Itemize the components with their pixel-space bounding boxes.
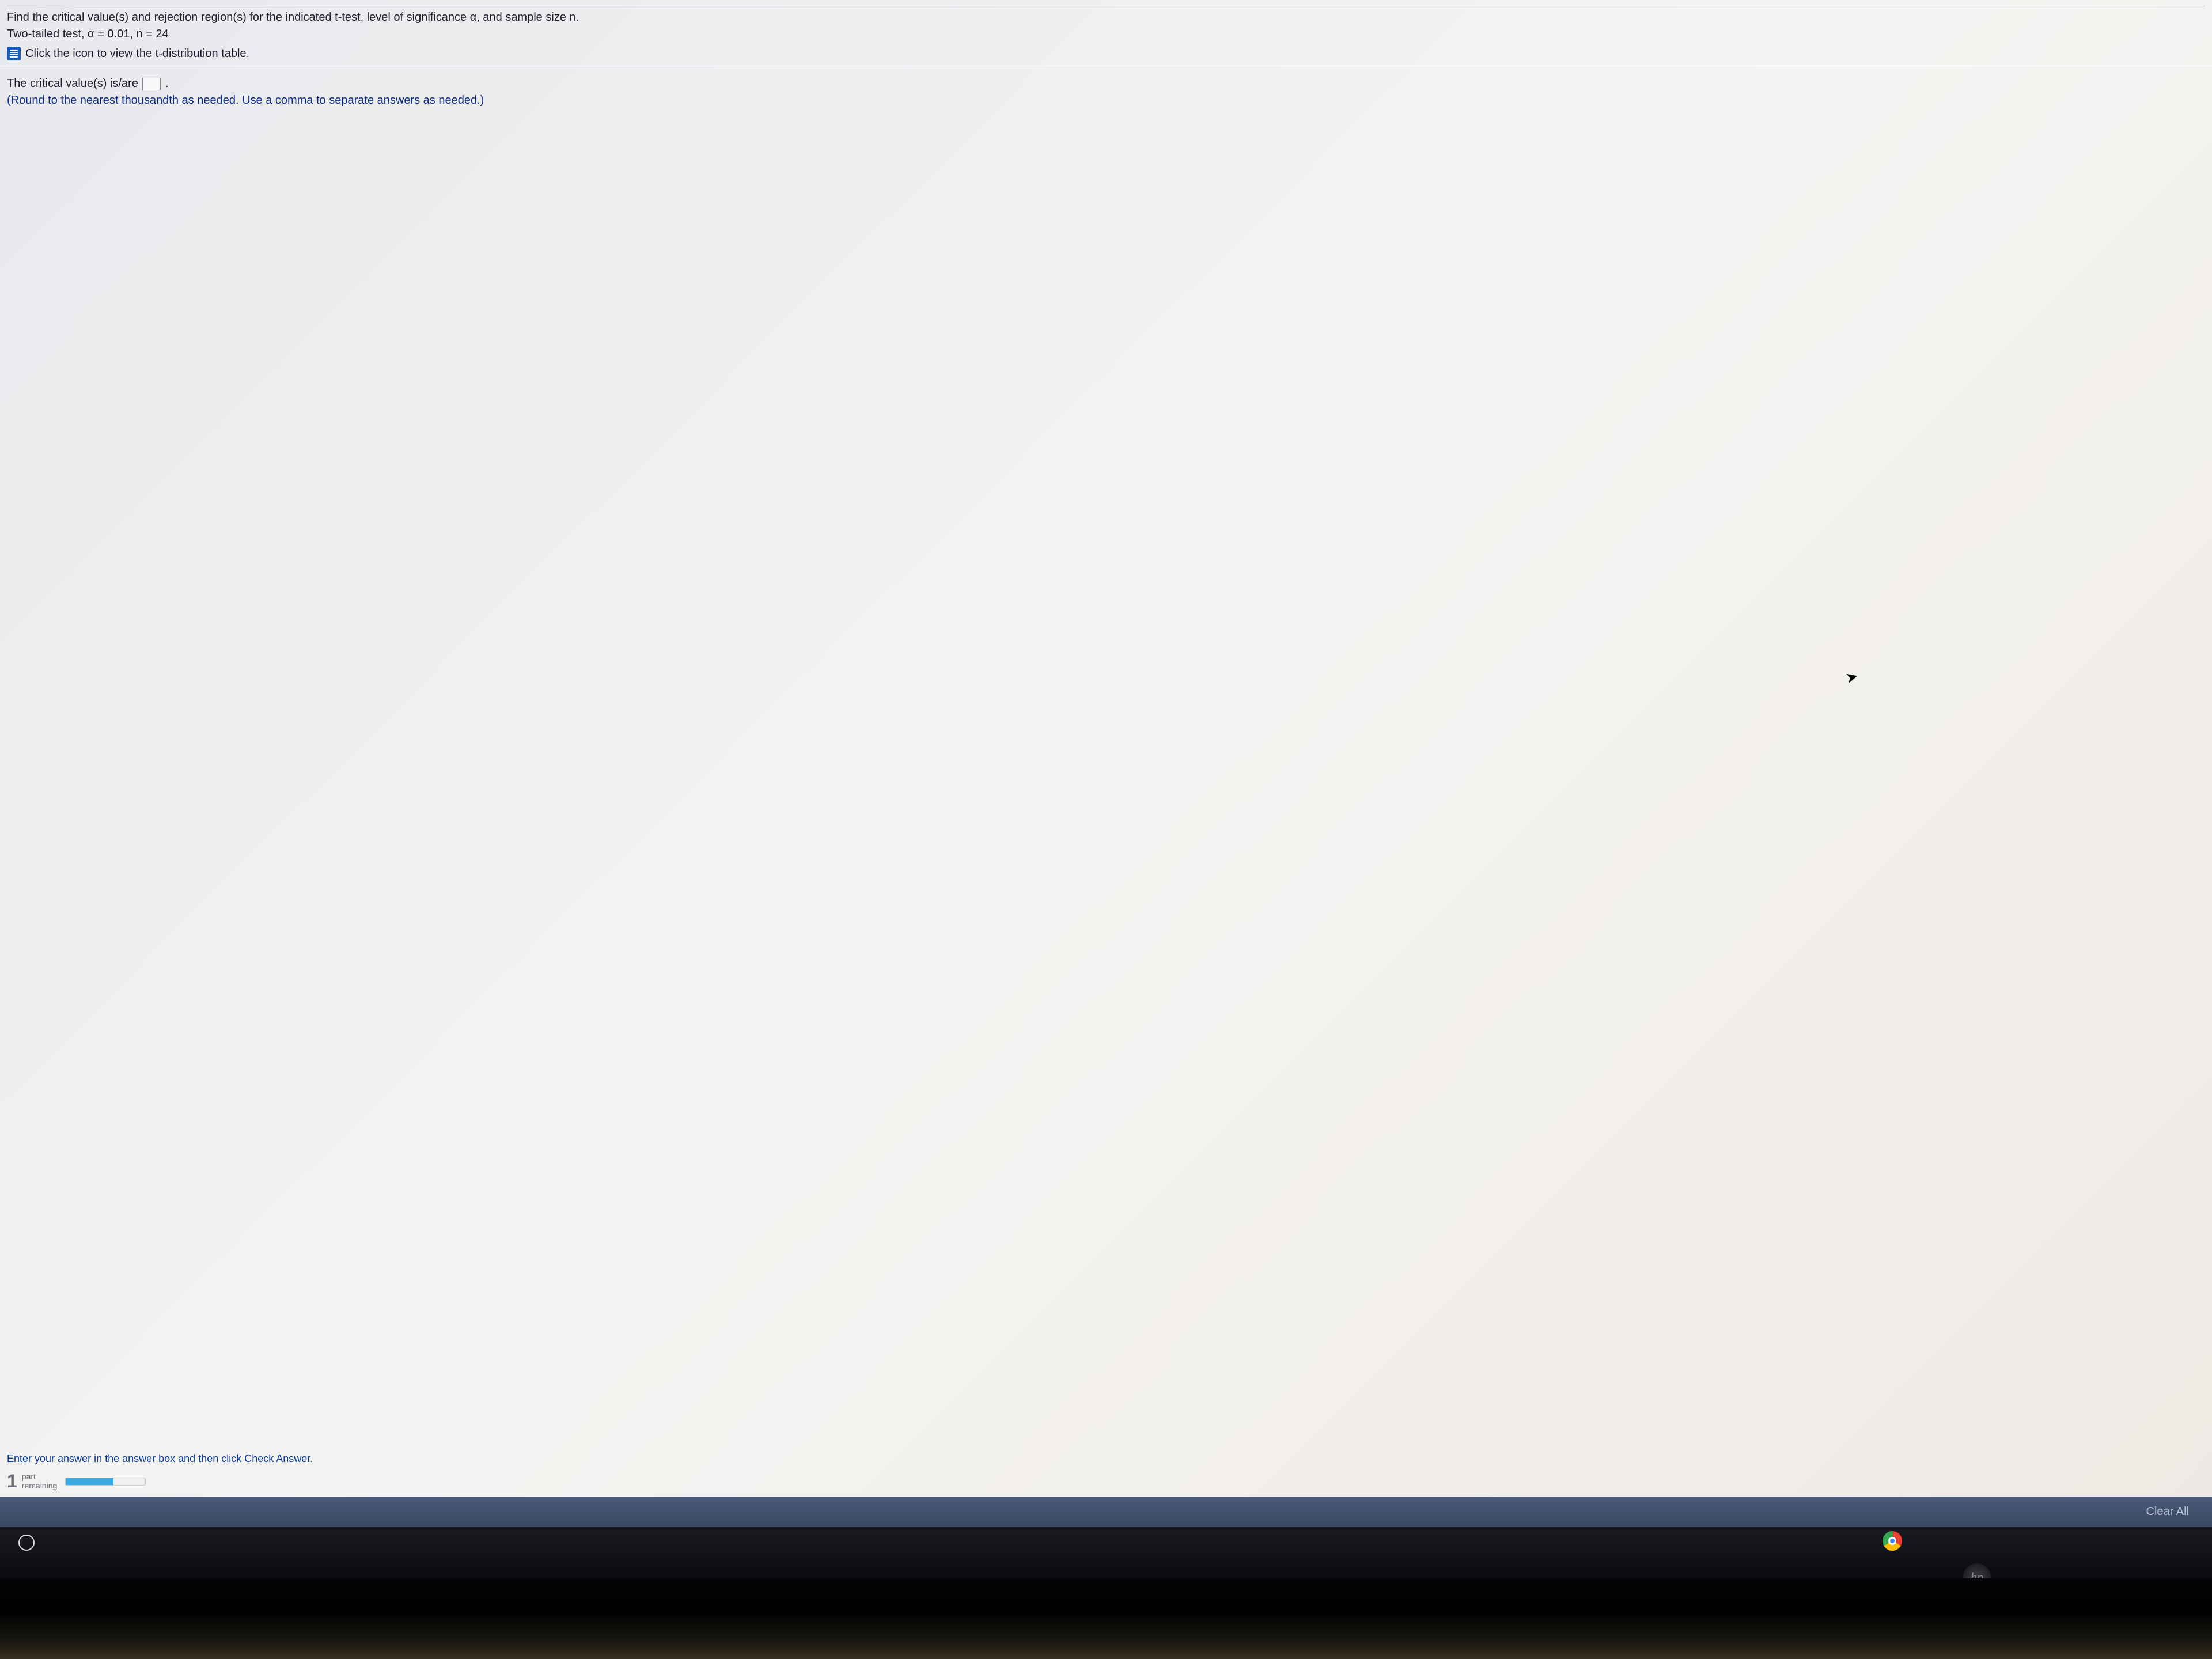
- prompt-prefix: The critical value(s) is/are: [7, 77, 141, 90]
- question-text-line1: Find the critical value(s) and rejection…: [7, 11, 2205, 24]
- prompt-suffix: .: [165, 77, 169, 90]
- mouse-cursor-icon: ➤: [1843, 667, 1860, 688]
- rounding-hint: (Round to the nearest thousandth as need…: [7, 94, 2205, 107]
- progress-fill: [66, 1478, 113, 1485]
- parts-remaining-number: 1: [7, 1471, 17, 1492]
- chrome-icon[interactable]: [1883, 1531, 1902, 1551]
- enter-answer-instruction: Enter your answer in the answer box and …: [7, 1453, 2205, 1465]
- answer-prompt-row: The critical value(s) is/are .: [7, 77, 2205, 90]
- progress-bar: [65, 1478, 146, 1486]
- clear-all-button[interactable]: Clear All: [2146, 1505, 2189, 1518]
- question-panel: Find the critical value(s) and rejection…: [0, 0, 2212, 1453]
- bottom-info-section: Enter your answer in the answer box and …: [0, 1453, 2212, 1497]
- question-text-line2: Two-tailed test, α = 0.01, n = 24: [7, 28, 2205, 41]
- laptop-bezel: [0, 1578, 2212, 1659]
- parts-word: part: [22, 1472, 57, 1481]
- critical-value-input[interactable]: [142, 78, 161, 90]
- action-bar: Clear All: [0, 1497, 2212, 1527]
- t-distribution-table-icon[interactable]: [7, 47, 21, 60]
- icon-label-text: Click the icon to view the t-distributio…: [25, 47, 249, 60]
- windows-taskbar[interactable]: hp: [0, 1527, 2212, 1578]
- cortana-icon[interactable]: [18, 1535, 35, 1551]
- remaining-word: remaining: [22, 1482, 57, 1490]
